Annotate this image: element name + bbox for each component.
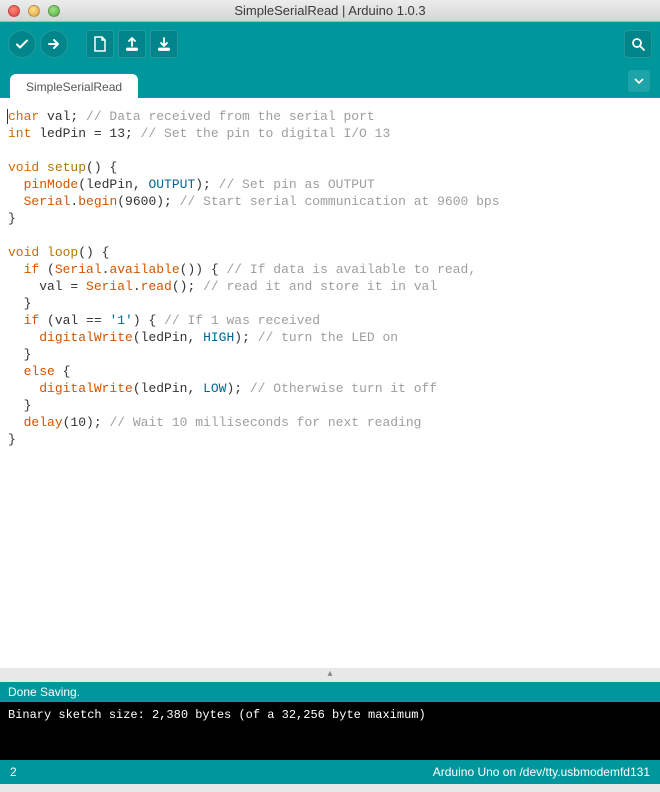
file-icon — [93, 36, 107, 52]
window-titlebar: SimpleSerialRead | Arduino 1.0.3 — [0, 0, 660, 22]
tab-menu-button[interactable] — [628, 70, 650, 92]
save-button[interactable] — [150, 30, 178, 58]
verify-button[interactable] — [8, 30, 36, 58]
tab-simpleserialread[interactable]: SimpleSerialRead — [10, 74, 138, 98]
new-button[interactable] — [86, 30, 114, 58]
close-window-button[interactable] — [8, 5, 20, 17]
tab-label: SimpleSerialRead — [26, 80, 122, 94]
tab-bar: SimpleSerialRead — [0, 66, 660, 98]
bottom-bar: 2 Arduino Uno on /dev/tty.usbmodemfd131 — [0, 760, 660, 784]
status-message: Done Saving. — [8, 685, 80, 699]
zoom-window-button[interactable] — [48, 5, 60, 17]
editor-console-resize-handle[interactable]: ▴ — [0, 668, 660, 682]
check-icon — [14, 36, 30, 52]
status-bar: Done Saving. — [0, 682, 660, 702]
upload-button[interactable] — [40, 30, 68, 58]
board-port-info: Arduino Uno on /dev/tty.usbmodemfd131 — [433, 765, 650, 779]
chevron-down-icon — [634, 76, 644, 86]
arrow-down-icon — [156, 36, 172, 52]
code-editor[interactable]: char val; // Data received from the seri… — [0, 98, 660, 668]
arrow-up-icon — [124, 36, 140, 52]
minimize-window-button[interactable] — [28, 5, 40, 17]
console-output[interactable]: Binary sketch size: 2,380 bytes (of a 32… — [0, 702, 660, 760]
console-line: Binary sketch size: 2,380 bytes (of a 32… — [8, 708, 426, 722]
arrow-right-icon — [46, 36, 62, 52]
line-number-indicator: 2 — [10, 765, 17, 779]
toolbar — [0, 22, 660, 66]
traffic-lights — [8, 5, 60, 17]
open-button[interactable] — [118, 30, 146, 58]
window-title: SimpleSerialRead | Arduino 1.0.3 — [0, 3, 660, 18]
serial-monitor-button[interactable] — [624, 30, 652, 58]
serial-monitor-icon — [630, 36, 646, 52]
